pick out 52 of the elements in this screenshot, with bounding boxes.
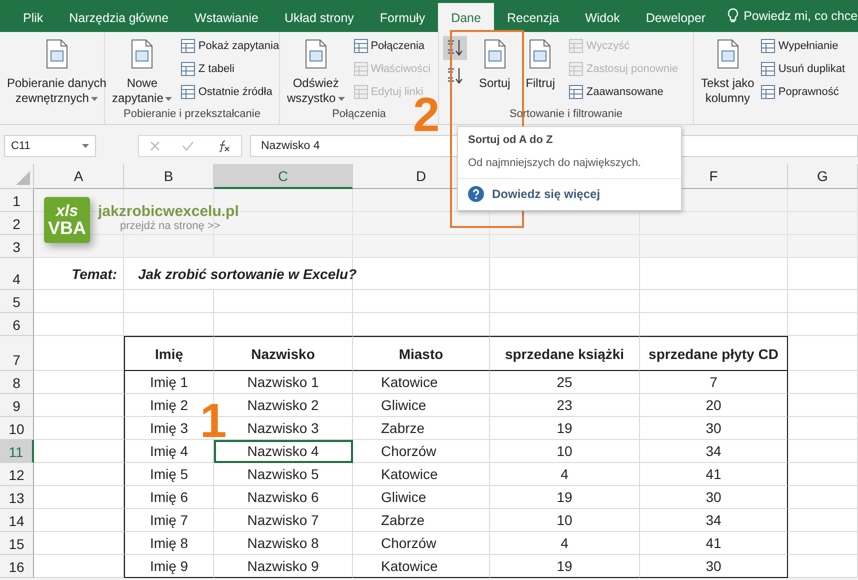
table-cell: 41	[640, 463, 788, 486]
table-header-cell: sprzedane książki	[490, 336, 640, 371]
table-cell: Zabrze	[353, 417, 490, 440]
table-cell: Katowice	[353, 371, 490, 394]
table-cell: Nazwisko 5	[214, 463, 353, 486]
table-header-cell: Nazwisko	[214, 336, 353, 371]
table-cell: Imię 9	[124, 555, 214, 578]
table-cell: 23	[490, 394, 640, 417]
table-cell: 19	[490, 417, 640, 440]
table-cell: 41	[640, 532, 788, 555]
table-cell: 20	[640, 394, 788, 417]
table-cell: Chorzów	[353, 532, 490, 555]
table-cell: 10	[490, 509, 640, 532]
table-cell: Gliwice	[353, 394, 490, 417]
table-cell: 19	[490, 486, 640, 509]
table-cell: 7	[640, 371, 788, 394]
table-cell: Imię 1	[124, 371, 214, 394]
table-cell: 4	[490, 532, 640, 555]
table-cell: Nazwisko 7	[214, 509, 353, 532]
group-label: Połączenia	[331, 108, 387, 122]
table-cell: Nazwisko 8	[214, 532, 353, 555]
table-cell: Nazwisko 6	[214, 486, 353, 509]
table-cell: Zabrze	[353, 509, 490, 532]
table-cell: Imię 5	[124, 463, 214, 486]
table-header-cell: sprzedane płyty CD	[640, 336, 788, 371]
site-name: jakzrobicwexcelu.pl	[98, 203, 239, 220]
table-cell: Nazwisko 1	[214, 371, 353, 394]
logo-badge: xls VBA	[44, 197, 90, 243]
table-cell: Imię 4	[124, 440, 214, 463]
table-cell: Katowice	[353, 555, 490, 578]
table-cell: Nazwisko 4	[214, 440, 353, 463]
table-cell: 30	[640, 417, 788, 440]
tooltip-title: Sortuj od A do Z	[467, 133, 554, 146]
table-cell: 30	[640, 486, 788, 509]
table-cell: Imię 7	[124, 509, 214, 532]
table-header-cell: Miasto	[353, 336, 490, 371]
table-cell: 25	[490, 371, 640, 394]
table-header-cell: Imię	[124, 336, 214, 371]
table-cell: 30	[640, 555, 788, 578]
table-cell: Imię 6	[124, 486, 214, 509]
table-cell: 4	[490, 463, 640, 486]
table-cell: Imię 8	[124, 532, 214, 555]
table-cell: Gliwice	[353, 486, 490, 509]
table-cell: Katowice	[353, 463, 490, 486]
group-label: Pobieranie i przekształcanie	[122, 108, 262, 122]
table-cell: 34	[640, 509, 788, 532]
table-cell: Nazwisko 9	[214, 555, 353, 578]
table-cell: 10	[490, 440, 640, 463]
table-cell: Chorzów	[353, 440, 490, 463]
topic-label: Temat:	[34, 258, 124, 290]
table-cell: 19	[490, 555, 640, 578]
table-cell: 34	[640, 440, 788, 463]
